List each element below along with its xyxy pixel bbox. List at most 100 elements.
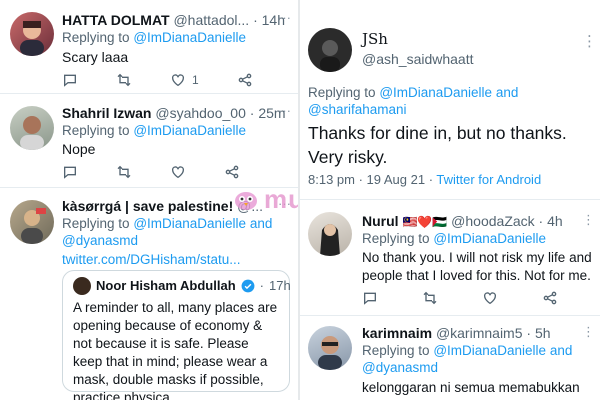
more-options-icon[interactable]: ⋮ — [582, 32, 597, 50]
reply-button[interactable] — [62, 164, 78, 180]
like-button[interactable] — [170, 164, 186, 180]
tweet-hatta[interactable]: HATTA DOLMAT @hattadol... · 14h ··· Repl… — [0, 0, 298, 94]
tweet-timestamp[interactable]: 8:13 pm · 19 Aug 21 · — [308, 172, 436, 187]
reply-context-line2: @dyanasmd — [62, 232, 138, 250]
display-name[interactable]: Nurul — [362, 213, 399, 229]
display-name[interactable]: JSh — [362, 30, 388, 48]
name-emoji: 🇲🇾❤️🇵🇸 — [402, 215, 448, 229]
avatar[interactable] — [10, 106, 54, 150]
reply-context: Replying to @ImDianaDanielle and — [362, 342, 572, 360]
mention-link[interactable]: @ImDianaDanielle and — [379, 85, 518, 100]
user-handle[interactable]: @syahdoo_00 — [155, 105, 246, 121]
avatar[interactable] — [10, 200, 54, 244]
tweet-meta: 8:13 pm · 19 Aug 21 · Twitter for Androi… — [308, 172, 541, 187]
mention-link[interactable]: @ImDianaDanielle — [433, 231, 546, 246]
tweet-handle-row: @ash_saidwhaatt — [362, 50, 474, 68]
reply-button[interactable] — [62, 72, 78, 88]
tweet-text-line-1: Thanks for dine in, but no thanks. — [308, 123, 567, 143]
tweet-text: kelonggaran ni semua memabukkan — [362, 380, 580, 395]
separator-dot: · — [538, 213, 544, 229]
retweet-button[interactable] — [116, 164, 132, 180]
retweet-button[interactable] — [422, 290, 438, 306]
right-screenshot: JSh @ash_saidwhaatt ⋮ Replying to @ImDia… — [300, 0, 600, 400]
reply-context: Replying to @ImDianaDanielle — [62, 29, 246, 47]
display-name[interactable]: Shahril Izwan — [62, 105, 151, 121]
share-icon — [543, 291, 557, 305]
bird-logo-icon — [235, 191, 257, 210]
heart-icon — [484, 292, 496, 305]
timestamp[interactable]: 4h — [547, 213, 563, 229]
avatar[interactable] — [308, 28, 352, 72]
tweet-text-line-2: Very risky. — [308, 147, 388, 167]
reply-context: Replying to @ImDianaDanielle and — [308, 84, 518, 102]
avatar[interactable] — [73, 277, 91, 295]
more-options-icon[interactable]: ··· — [278, 10, 291, 25]
user-handle[interactable]: @ash_saidwhaatt — [362, 51, 474, 67]
user-handle[interactable]: @hattadol... — [173, 12, 249, 28]
share-button[interactable] — [224, 164, 240, 180]
timestamp[interactable]: 5h — [535, 325, 551, 341]
action-bar — [62, 162, 240, 182]
like-button[interactable]: 1 — [170, 72, 199, 88]
avatar[interactable] — [308, 212, 352, 256]
source-link[interactable]: Twitter for Android — [436, 172, 541, 187]
action-bar — [362, 288, 558, 308]
share-icon — [238, 73, 252, 87]
mention-link-2[interactable]: @dyanasmd — [362, 360, 438, 375]
mention-link[interactable]: @ImDianaDanielle — [133, 123, 246, 138]
reply-prefix: Replying to — [362, 231, 430, 246]
reply-button[interactable] — [362, 290, 378, 306]
retweet-icon — [117, 165, 131, 179]
mention-link[interactable]: @ImDianaDanielle — [133, 30, 246, 45]
reply-context: Replying to @ImDianaDanielle and — [62, 215, 272, 233]
heart-icon — [172, 74, 184, 87]
verified-badge-icon — [241, 279, 255, 293]
reply-icon — [364, 292, 376, 305]
tweet-header: Shahril Izwan @syahdoo_00 · 25m — [62, 104, 286, 122]
quoted-display-name[interactable]: Noor Hisham Abdullah — [96, 277, 236, 295]
action-bar: 1 — [62, 70, 253, 90]
reply-prefix: Replying to — [62, 30, 130, 45]
display-name[interactable]: kàsørrgá | save palestine! — [62, 198, 233, 214]
reply-prefix: Replying to — [362, 343, 430, 358]
avatar[interactable] — [308, 326, 352, 370]
retweet-button[interactable] — [116, 72, 132, 88]
like-button[interactable] — [482, 290, 498, 306]
watermark-text: murai — [264, 184, 298, 214]
mention-link[interactable]: @ImDianaDanielle and — [433, 343, 572, 358]
mention-link-2[interactable]: @sharifahamani — [308, 102, 407, 117]
more-options-icon[interactable]: ⋮ — [582, 212, 595, 228]
separator-dot: · — [526, 325, 532, 341]
reply-context-line2: @dyanasmd — [362, 359, 438, 377]
share-button[interactable] — [542, 290, 558, 306]
reply-prefix: Replying to — [62, 216, 130, 231]
user-handle[interactable]: @karimnaim5 — [436, 325, 523, 341]
mention-link-2[interactable]: @dyanasmd — [62, 233, 138, 248]
murai-watermark: murai — [232, 184, 298, 215]
quoted-tweet-header: Noor Hisham Abdullah · 17h — [73, 277, 291, 295]
display-name[interactable]: karimnaim — [362, 325, 432, 341]
avatar[interactable] — [10, 12, 54, 56]
reply-context-line2: @sharifahamani — [308, 101, 407, 119]
tweet-text: No thank you. I will not risk my life an… — [362, 250, 592, 283]
quoted-timestamp[interactable]: 17h — [269, 277, 291, 295]
display-name[interactable]: HATTA DOLMAT — [62, 12, 170, 28]
mention-link[interactable]: @ImDianaDanielle and — [133, 216, 272, 231]
tweet-url-link[interactable]: twitter.com/DGHisham/statu... — [62, 252, 241, 267]
reply-context: Replying to @ImDianaDanielle — [362, 230, 546, 248]
more-options-icon[interactable]: ⋮ — [582, 324, 595, 340]
tweet-shahril[interactable]: Shahril Izwan @syahdoo_00 · 25m ··· Repl… — [0, 94, 298, 188]
main-tweet[interactable]: JSh @ash_saidwhaatt ⋮ Replying to @ImDia… — [300, 0, 600, 200]
tweet-karimnaim[interactable]: karimnaim @karimnaim5 · 5h ⋮ Replying to… — [300, 316, 600, 400]
tweet-text: Nope — [62, 141, 96, 157]
share-button[interactable] — [237, 72, 253, 88]
retweet-icon — [423, 291, 437, 305]
tweet-nurul[interactable]: Nurul 🇲🇾❤️🇵🇸 @hoodaZack · 4h ⋮ Replying … — [300, 204, 600, 316]
separator-dot: · — [253, 12, 258, 28]
more-options-icon[interactable]: ··· — [278, 103, 291, 118]
user-handle[interactable]: @hoodaZack — [451, 213, 534, 229]
reply-prefix: Replying to — [308, 85, 376, 100]
quoted-tweet-card[interactable]: Noor Hisham Abdullah · 17h A reminder to… — [62, 270, 291, 400]
reply-prefix: Replying to — [62, 123, 130, 138]
url-line: twitter.com/DGHisham/statu... — [62, 251, 241, 269]
